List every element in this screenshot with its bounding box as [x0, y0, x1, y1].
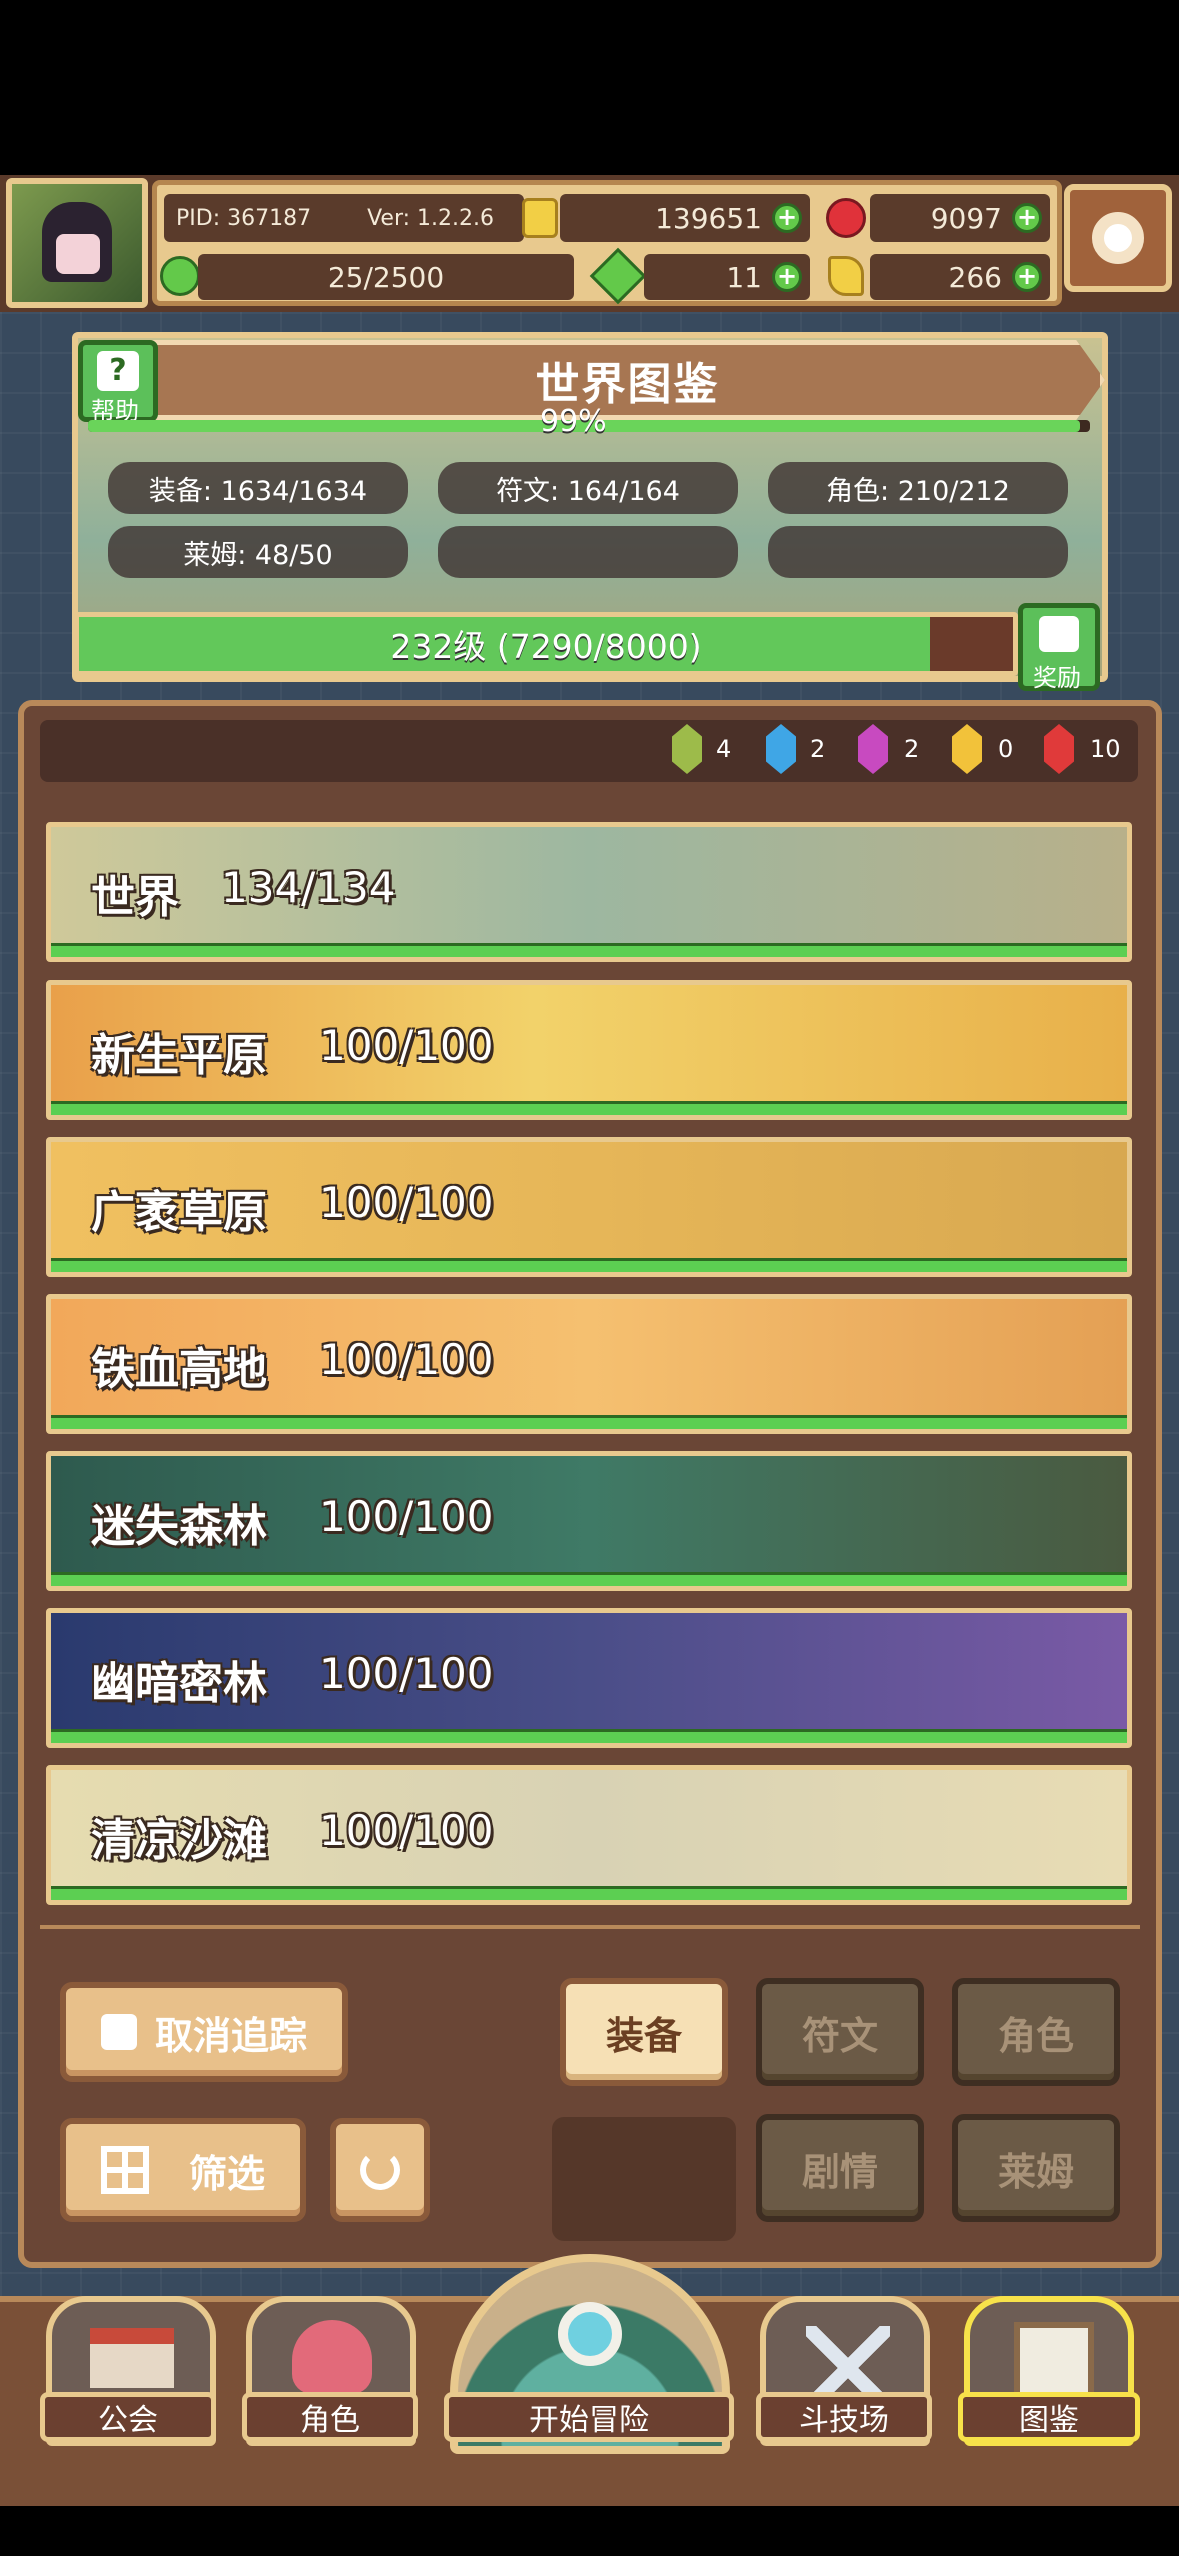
region-progress-bar [51, 1101, 1127, 1115]
untrack-button[interactable]: 取消追踪 [60, 1982, 348, 2082]
reward-button[interactable]: 奖励 [1018, 603, 1100, 692]
stamina-value: 25/2500 [327, 260, 445, 294]
tab-runes[interactable]: 符文 [756, 1978, 924, 2086]
ruby-icon [826, 198, 866, 238]
empty-tab-slot [552, 2117, 736, 2241]
thumbs-up-icon [100, 2014, 137, 2050]
add-gold-button[interactable]: + [772, 203, 802, 233]
clover-box: 11 + [644, 254, 810, 300]
controls-divider [40, 1925, 1140, 1929]
add-gem-button[interactable]: + [1012, 203, 1042, 233]
add-key-button[interactable]: + [1012, 262, 1042, 292]
filter-label: 筛选 [188, 2151, 265, 2196]
reward-label: 奖励 [1033, 664, 1081, 692]
key-value: 266 [948, 260, 1002, 294]
stamina-icon [160, 256, 200, 296]
green-gem-count: 4 [716, 735, 732, 763]
pid-box: PID: 367187 Ver: 1.2.2.6 [164, 194, 524, 242]
help-button[interactable]: ? 帮助 [78, 340, 158, 425]
question-icon: ? [97, 351, 139, 391]
player-avatar[interactable] [6, 178, 148, 308]
region-name: 幽暗密林 [91, 1658, 267, 1709]
region-count: 100/100 [319, 1178, 494, 1227]
gear-icon [1092, 212, 1144, 264]
stat-empty-1 [438, 526, 738, 578]
world-codex-title: 世界图鉴 [150, 340, 1105, 420]
purple-gem-count: 2 [904, 735, 920, 763]
region-progress-bar [51, 1729, 1127, 1743]
stat-equipment: 装备: 1634/1634 [108, 462, 408, 514]
yellow-gem-count: 0 [998, 735, 1014, 763]
nav-adventure-label: 开始冒险 [444, 2392, 734, 2442]
gold-box: 139651 + [560, 194, 810, 242]
world-progress-percent: 99% [540, 404, 607, 439]
key-icon [828, 256, 864, 296]
region-name: 迷失森林 [91, 1501, 267, 1552]
region-lost-forest[interactable]: 迷失森林 100/100 [46, 1451, 1132, 1591]
filter-button[interactable]: 筛选 [60, 2118, 306, 2222]
region-newborn-plain[interactable]: 新生平原 100/100 [46, 980, 1132, 1120]
nav-codex-label: 图鉴 [958, 2392, 1140, 2442]
region-world[interactable]: 世界 134/134 [46, 822, 1132, 962]
clover-value: 11 [726, 260, 762, 294]
version-text: Ver: 1.2.2.6 [367, 205, 495, 231]
region-progress-bar [51, 943, 1127, 957]
region-iron-highland[interactable]: 铁血高地 100/100 [46, 1294, 1132, 1434]
stamina-box: 25/2500 [198, 254, 574, 300]
stat-empty-2 [768, 526, 1068, 578]
region-count: 100/100 [319, 1806, 494, 1855]
blue-gem-count: 2 [810, 735, 826, 763]
settings-gear-button[interactable] [1064, 184, 1172, 292]
codex-level-text: 232级 (7290/8000) [390, 627, 702, 666]
region-vast-grassland[interactable]: 广袤草原 100/100 [46, 1137, 1132, 1277]
gem-box: 9097 + [870, 194, 1050, 242]
gem-value: 9097 [930, 201, 1002, 235]
refresh-icon [360, 2150, 400, 2190]
region-progress-bar [51, 1572, 1127, 1586]
tab-story[interactable]: 剧情 [756, 2114, 924, 2222]
untrack-label: 取消追踪 [154, 2013, 307, 2058]
key-box: 266 + [870, 254, 1050, 300]
region-name: 世界 [91, 872, 179, 923]
stat-slime: 莱姆: 48/50 [108, 526, 408, 578]
guild-house-icon [90, 2328, 174, 2388]
stat-characters: 角色: 210/212 [768, 462, 1068, 514]
region-count: 134/134 [221, 863, 396, 912]
region-count: 100/100 [319, 1649, 494, 1698]
region-cool-beach[interactable]: 清凉沙滩 100/100 [46, 1765, 1132, 1905]
region-progress-bar [51, 1258, 1127, 1272]
region-count: 100/100 [319, 1021, 494, 1070]
red-gem-count: 10 [1090, 735, 1121, 763]
nav-guild-label: 公会 [40, 2392, 216, 2442]
region-progress-bar [51, 1886, 1127, 1900]
gold-value: 139651 [655, 201, 762, 235]
region-name: 新生平原 [91, 1030, 267, 1081]
region-dark-jungle[interactable]: 幽暗密林 100/100 [46, 1608, 1132, 1748]
region-name: 铁血高地 [91, 1344, 267, 1395]
gold-coin-icon [522, 198, 558, 238]
gift-icon [1039, 616, 1079, 652]
grid-icon [100, 2146, 149, 2194]
reset-button[interactable] [330, 2118, 430, 2222]
character-face-icon [292, 2320, 372, 2394]
add-clover-button[interactable]: + [772, 262, 802, 292]
home-indicator-area [0, 2506, 1179, 2556]
stat-runes: 符文: 164/164 [438, 462, 738, 514]
nav-character-label: 角色 [242, 2392, 418, 2442]
region-name: 清凉沙滩 [91, 1815, 267, 1866]
tab-equipment[interactable]: 装备 [560, 1978, 728, 2086]
pid-text: PID: 367187 [176, 205, 312, 231]
tab-characters[interactable]: 角色 [952, 1978, 1120, 2086]
magnifier-icon [558, 2302, 622, 2366]
region-progress-bar [51, 1415, 1127, 1429]
region-count: 100/100 [319, 1492, 494, 1541]
nav-arena-label: 斗技场 [756, 2392, 932, 2442]
tab-slime[interactable]: 莱姆 [952, 2114, 1120, 2222]
status-bar-area [0, 0, 1179, 175]
region-name: 广袤草原 [91, 1187, 267, 1238]
region-count: 100/100 [319, 1335, 494, 1384]
